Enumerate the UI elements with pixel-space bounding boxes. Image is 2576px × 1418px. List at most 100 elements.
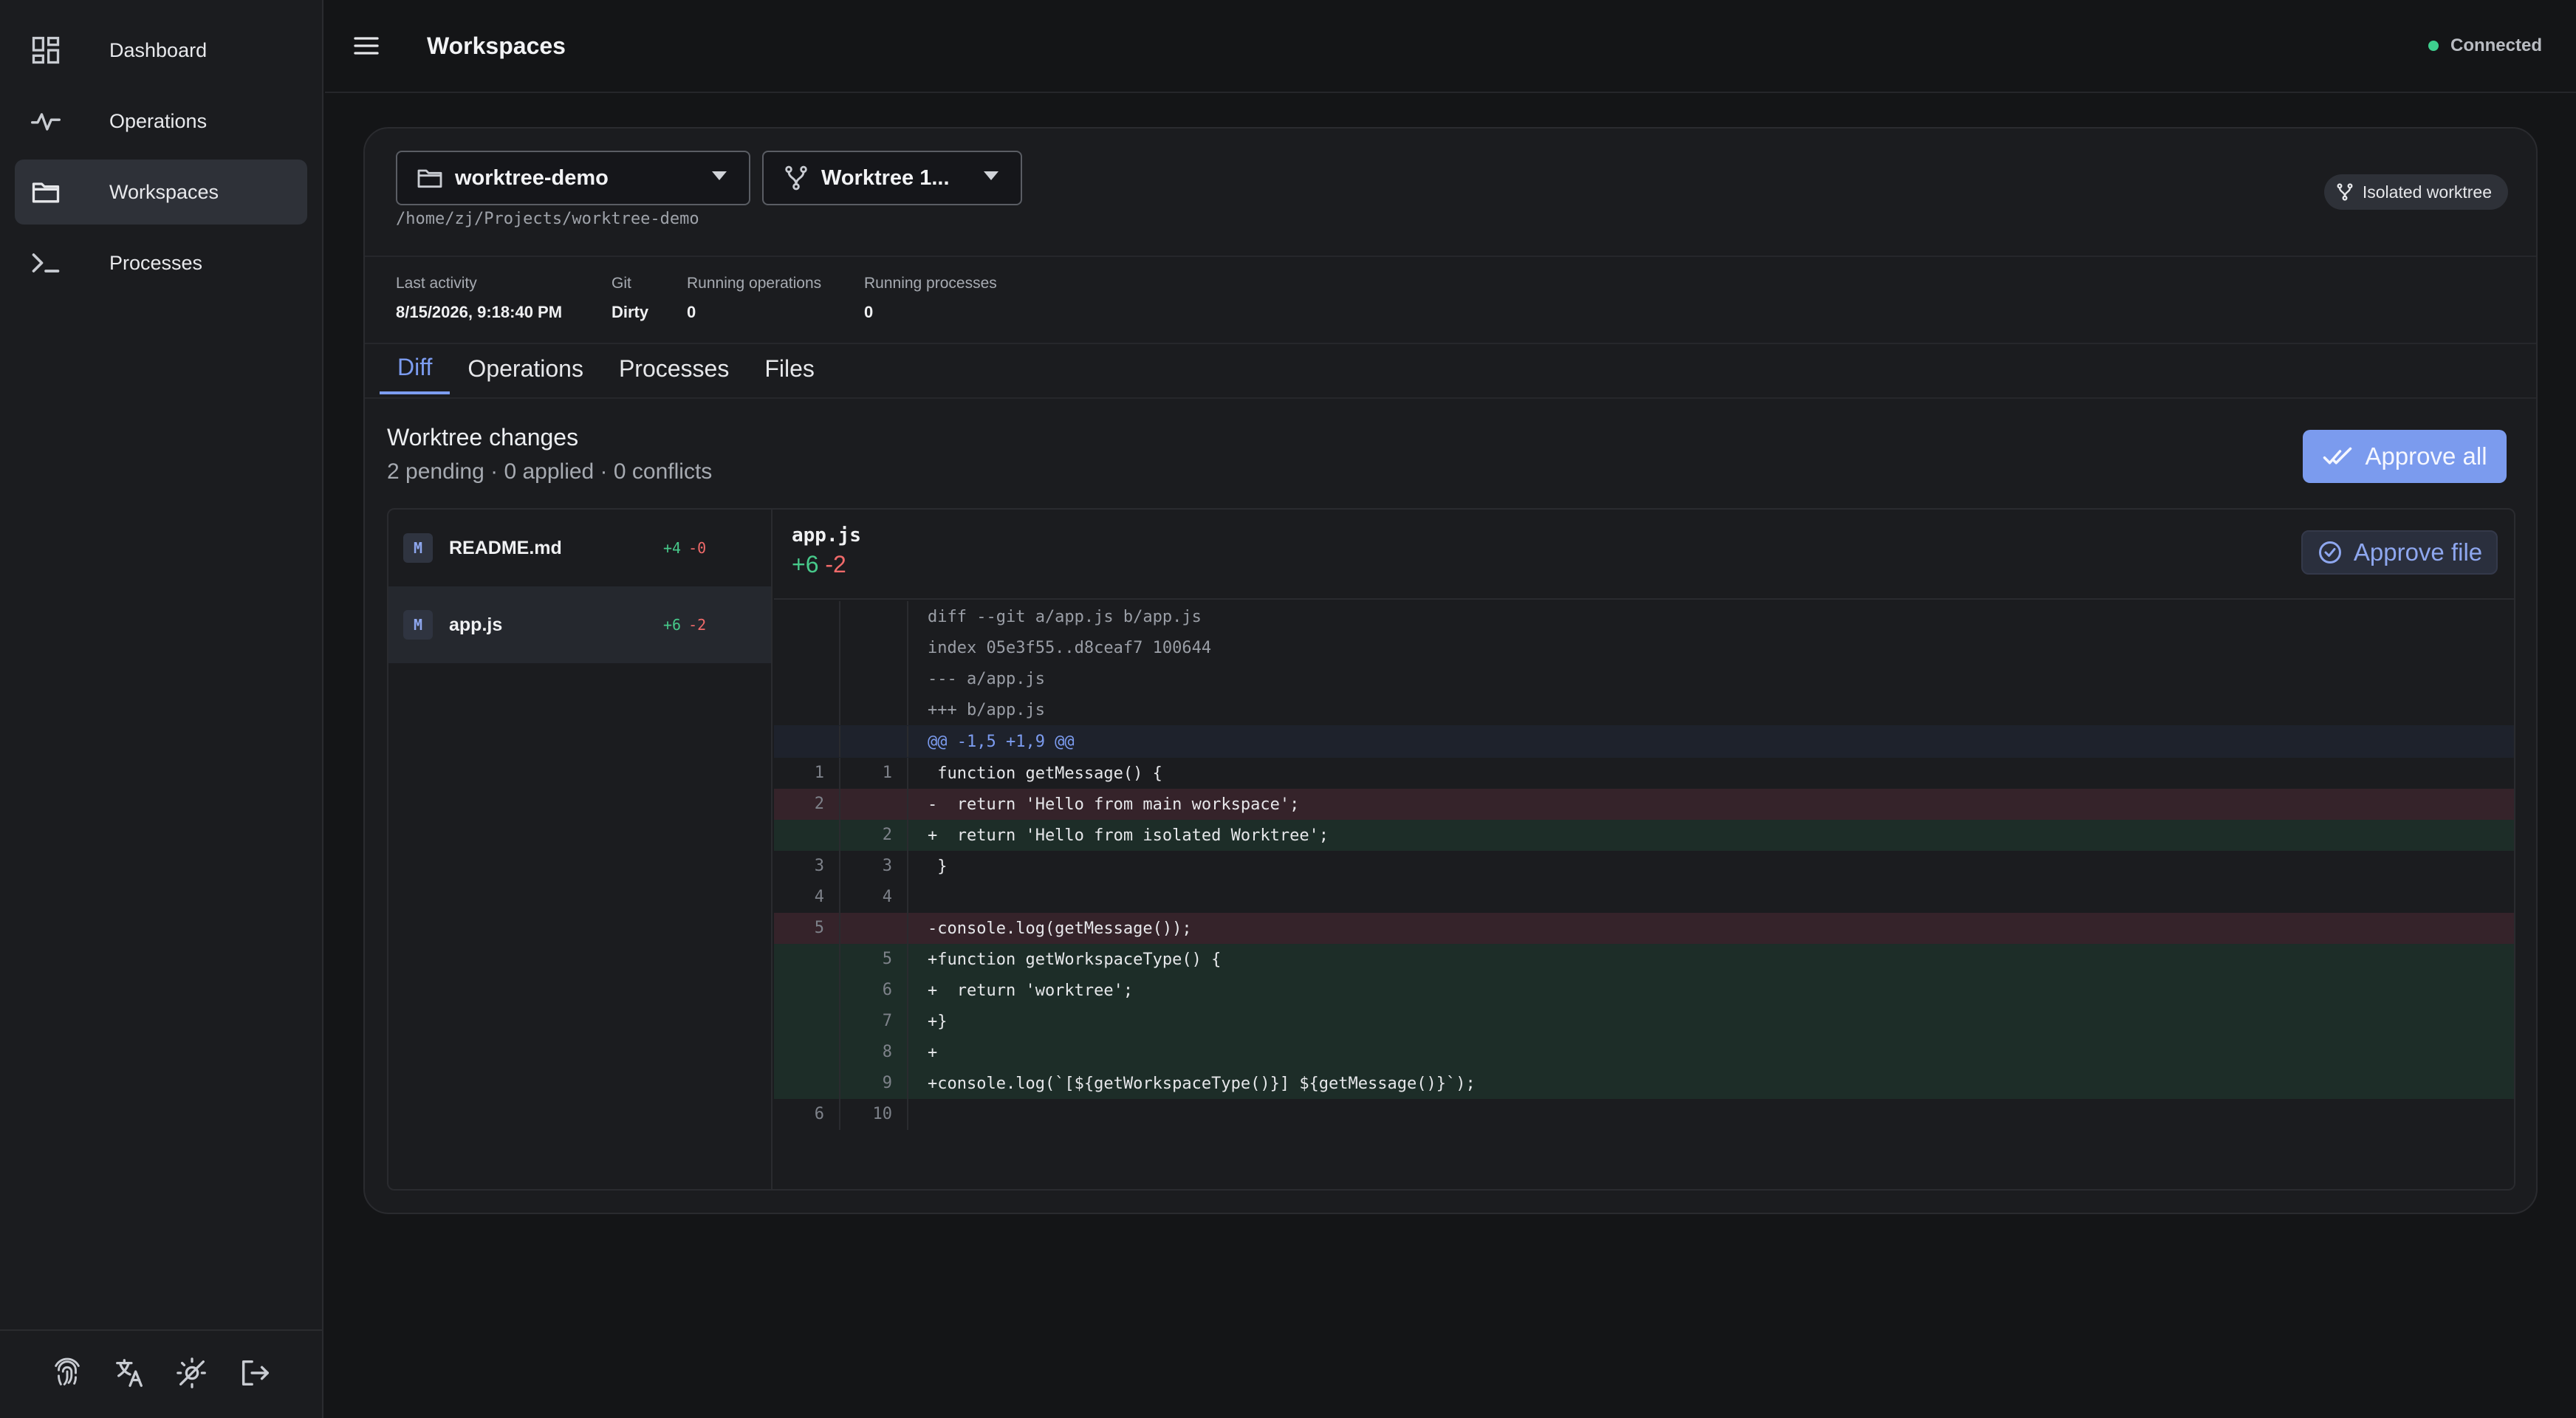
file-item-readme[interactable]: M README.md +4 -0 bbox=[388, 510, 771, 586]
file-name: README.md bbox=[449, 537, 562, 558]
sidebar-item-dashboard[interactable]: Dashboard bbox=[15, 18, 307, 83]
new-line-number: 9 bbox=[840, 1068, 908, 1099]
divider bbox=[365, 256, 2536, 257]
fingerprint-icon[interactable] bbox=[50, 1356, 84, 1394]
tab-operations[interactable]: Operations bbox=[450, 343, 601, 394]
theme-toggle-icon[interactable] bbox=[175, 1356, 209, 1394]
meta-value: 0 bbox=[864, 303, 874, 321]
diff-line-content: + bbox=[928, 1043, 938, 1062]
worktree-select[interactable]: Worktree 1... bbox=[762, 151, 1022, 205]
git-branch-icon bbox=[2334, 182, 2363, 202]
new-line-number bbox=[840, 913, 908, 944]
meta-value: 8/15/2026, 9:18:40 PM bbox=[396, 303, 563, 321]
new-line-number bbox=[840, 789, 908, 820]
file-added-count: +6 bbox=[663, 616, 682, 634]
git-branch-icon bbox=[781, 163, 811, 193]
new-line-number: 3 bbox=[840, 851, 908, 882]
diff-removed-count: -2 bbox=[825, 551, 846, 578]
approve-all-button[interactable]: Approve all bbox=[2303, 430, 2507, 483]
diff-line-content: @@ -1,5 +1,9 @@ bbox=[928, 732, 1075, 751]
diff-line: 7 +} bbox=[774, 1006, 2514, 1037]
old-line-number: 6 bbox=[774, 1099, 840, 1130]
diff-line-content: --- a/app.js bbox=[928, 669, 1045, 688]
old-line-number bbox=[774, 1068, 840, 1099]
top-bar: Workspaces Connected bbox=[325, 0, 2576, 93]
new-line-number: 7 bbox=[840, 1006, 908, 1037]
meta-running-operations: Running operations 0 bbox=[687, 275, 821, 322]
chevron-down-icon bbox=[984, 171, 998, 180]
old-line-number bbox=[774, 694, 840, 725]
old-line-number bbox=[774, 1006, 840, 1037]
meta-label: Running operations bbox=[687, 275, 822, 292]
terminal-icon bbox=[30, 247, 89, 279]
isolated-worktree-badge: Isolated worktree bbox=[2323, 174, 2508, 210]
tab-processes[interactable]: Processes bbox=[601, 343, 747, 394]
changes-summary: 2 pending · 0 applied · 0 conflicts bbox=[387, 459, 713, 484]
double-check-icon bbox=[2322, 441, 2365, 472]
section-title: Worktree changes bbox=[387, 424, 579, 451]
tab-bar: Diff Operations Processes Files bbox=[380, 343, 832, 394]
sidebar-item-operations[interactable]: Operations bbox=[15, 89, 307, 154]
diff-line: index 05e3f55..d8ceaf7 100644 bbox=[774, 632, 2514, 663]
meta-git: Git Dirty bbox=[612, 275, 648, 322]
approve-file-button[interactable]: Approve file bbox=[2301, 530, 2498, 575]
logout-icon[interactable] bbox=[238, 1356, 272, 1394]
file-status-badge: M bbox=[403, 610, 433, 640]
diff-line: 2 + return 'Hello from isolated Worktree'… bbox=[774, 820, 2514, 851]
diff-line-content: diff --git a/app.js b/app.js bbox=[928, 607, 1202, 626]
diff-line: --- a/app.js bbox=[774, 663, 2514, 694]
diff-line-content: +console.log(`[${getWorkspaceType()}] ${… bbox=[928, 1074, 1476, 1093]
tab-diff[interactable]: Diff bbox=[380, 343, 451, 394]
diff-line: 6 10 bbox=[774, 1099, 2514, 1130]
chevron-down-icon bbox=[712, 171, 727, 180]
diff-viewer: app.js +6 -2 Approve file diff --git a/a… bbox=[774, 510, 2514, 1189]
divider bbox=[365, 397, 2536, 399]
diff-line: 11 function getMessage() { bbox=[774, 758, 2514, 789]
diff-line: 2 - return 'Hello from main workspace'; bbox=[774, 789, 2514, 820]
new-line-number: 8 bbox=[840, 1037, 908, 1068]
diff-line: 9 +console.log(`[${getWorkspaceType()}] $… bbox=[774, 1068, 2514, 1099]
folder-icon bbox=[30, 176, 89, 208]
sidebar-item-label: Dashboard bbox=[109, 38, 208, 61]
diff-stats: +6 -2 bbox=[792, 551, 846, 578]
sidebar: Dashboard Operations Workspaces Processe… bbox=[0, 0, 323, 1418]
new-line-number: 2 bbox=[840, 820, 908, 851]
new-line-number bbox=[840, 694, 908, 725]
meta-value: Dirty bbox=[612, 303, 649, 321]
diff-file-name: app.js bbox=[792, 524, 861, 547]
dashboard-icon bbox=[30, 34, 89, 66]
file-item-app-js[interactable]: M app.js +6 -2 bbox=[388, 586, 771, 663]
diff-line-content: +} bbox=[928, 1012, 948, 1031]
diff-added-count: +6 bbox=[792, 551, 819, 578]
diff-panel: M README.md +4 -0 M app.js +6 -2 app.js … bbox=[387, 508, 2515, 1191]
activity-icon bbox=[30, 105, 89, 137]
repo-select[interactable]: worktree-demo bbox=[396, 151, 750, 205]
approve-file-label: Approve file bbox=[2353, 538, 2483, 566]
file-added-count: +4 bbox=[663, 539, 682, 557]
old-line-number bbox=[774, 663, 840, 694]
new-line-number: 5 bbox=[840, 944, 908, 975]
diff-line-content: } bbox=[928, 857, 948, 876]
diff-line-content: + return 'worktree'; bbox=[928, 981, 1134, 1000]
diff-line: diff --git a/app.js b/app.js bbox=[774, 601, 2514, 632]
sidebar-item-processes[interactable]: Processes bbox=[15, 230, 307, 295]
sidebar-item-workspaces[interactable]: Workspaces bbox=[15, 160, 307, 225]
menu-icon[interactable] bbox=[352, 31, 381, 61]
meta-label: Last activity bbox=[396, 275, 477, 292]
old-line-number: 5 bbox=[774, 913, 840, 944]
old-line-number bbox=[774, 601, 840, 632]
translate-icon[interactable] bbox=[113, 1356, 147, 1394]
new-line-number bbox=[840, 726, 908, 757]
old-line-number: 2 bbox=[774, 789, 840, 820]
old-line-number: 3 bbox=[774, 851, 840, 882]
diff-line: 6 + return 'worktree'; bbox=[774, 975, 2514, 1006]
diff-line: 33 } bbox=[774, 851, 2514, 882]
changed-file-list: M README.md +4 -0 M app.js +6 -2 bbox=[388, 510, 773, 1189]
diff-line: 5 +function getWorkspaceType() { bbox=[774, 944, 2514, 975]
sidebar-item-label: Workspaces bbox=[109, 180, 219, 203]
tab-files[interactable]: Files bbox=[747, 343, 832, 394]
new-line-number: 10 bbox=[840, 1099, 908, 1130]
workspace-path: /home/zj/Projects/worktree-demo bbox=[396, 210, 699, 228]
connection-status-label: Connected bbox=[2450, 35, 2542, 55]
old-line-number: 1 bbox=[774, 758, 840, 789]
